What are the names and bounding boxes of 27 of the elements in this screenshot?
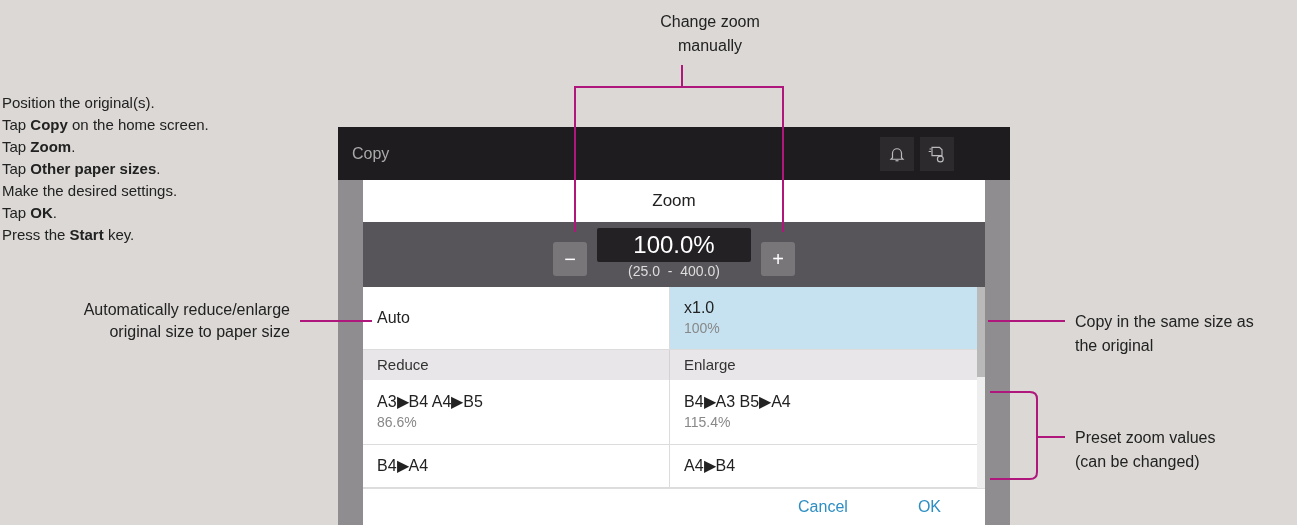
zoom-option[interactable]: A3▶B4 A4▶B5 86.6% [363, 380, 670, 445]
step-text: Position the original(s). [2, 93, 156, 113]
dialog-button[interactable]: OK [917, 495, 941, 519]
job-status-button[interactable] [920, 136, 954, 171]
callout-text: Preset zoom values (can be changed) [1075, 428, 1216, 472]
step-text: Tap Zoom. [2, 137, 77, 157]
step-text: Press the Start key. [2, 225, 136, 245]
dialog-title: Zoom [652, 190, 696, 213]
screen-title: Copy [352, 143, 391, 164]
step-text: Tap Copy on the home screen. [2, 115, 209, 135]
callout-text: Change zoom manually [659, 12, 761, 56]
step-text: Tap Other paper sizes. [2, 159, 162, 179]
dialog-button[interactable]: Cancel [798, 495, 848, 519]
decrease-button[interactable]: − [553, 242, 587, 276]
step-text: Make the desired settings. [2, 181, 179, 201]
increase-button[interactable]: + [761, 242, 795, 276]
notification-button[interactable] [880, 136, 914, 171]
callout-text: Automatically reduce/enlarge original size to paper size [82, 300, 290, 342]
zoom-range-text: (25.0 - 400.0) [628, 262, 720, 280]
zoom-option[interactable]: Auto [363, 287, 670, 350]
zoom-option[interactable]: x1.0 100% [670, 287, 977, 350]
section-label: Reduce [377, 354, 429, 375]
callout-text: Copy in the same size as the original [1075, 312, 1254, 356]
zoom-value-field[interactable]: 100.0% [597, 228, 751, 262]
section-label: Enlarge [684, 354, 736, 375]
step-text: Tap OK. [2, 203, 59, 223]
zoom-option[interactable]: B4▶A4 [363, 445, 670, 488]
